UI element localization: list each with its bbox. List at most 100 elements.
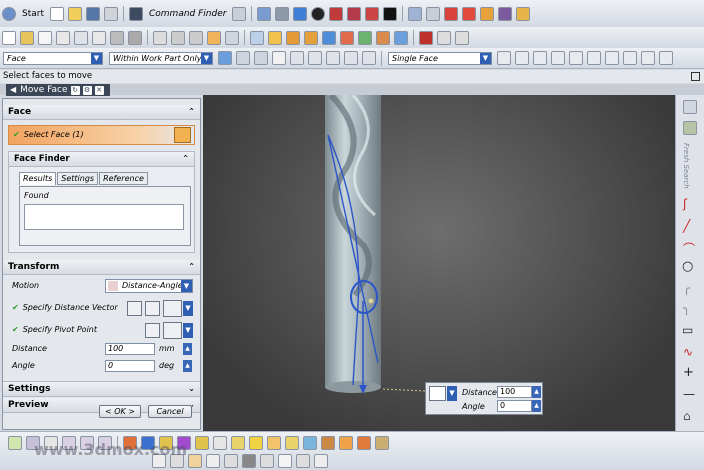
mirror-face-icon[interactable]: [394, 30, 408, 45]
save-icon[interactable]: [86, 6, 100, 21]
derived-curve-icon[interactable]: [74, 30, 88, 45]
transform-section-header[interactable]: Transform ⌃: [3, 260, 200, 275]
orient-view-icon[interactable]: [275, 6, 290, 21]
snap-center-icon[interactable]: [533, 51, 547, 65]
swept-icon[interactable]: [249, 436, 263, 450]
offset-region-icon[interactable]: [304, 30, 318, 45]
revolve-icon[interactable]: [110, 30, 124, 45]
unite-icon[interactable]: [375, 436, 389, 450]
window-layout-icon[interactable]: [437, 30, 451, 45]
sew-icon[interactable]: [303, 436, 317, 450]
vector-dialog-icon[interactable]: [163, 300, 182, 317]
command-finder-icon[interactable]: [129, 6, 143, 21]
angle-input[interactable]: 0: [105, 360, 155, 372]
snap-endpoint-icon[interactable]: [497, 51, 511, 65]
arc-tool-icon[interactable]: ⌒: [683, 240, 695, 257]
open-folder-icon[interactable]: [68, 6, 82, 21]
snap-quadrant-icon[interactable]: [551, 51, 565, 65]
resize-blend-icon[interactable]: [358, 30, 372, 45]
stop-record-icon[interactable]: [419, 30, 433, 45]
sync-model-icon[interactable]: [250, 30, 264, 45]
boolean-icon[interactable]: [153, 30, 167, 45]
tab-results[interactable]: Results: [19, 172, 57, 185]
navigator-icon[interactable]: [683, 100, 697, 114]
select-all-icon[interactable]: [236, 51, 250, 65]
ruled-icon[interactable]: [213, 436, 227, 450]
show-hide-icon[interactable]: [462, 6, 477, 21]
face-select-icon[interactable]: [174, 127, 191, 143]
selection-scope-dropdown[interactable]: Within Work Part Only ▼: [109, 51, 213, 65]
trim-tool-icon[interactable]: —: [683, 387, 695, 401]
cursor-icon[interactable]: [272, 51, 286, 65]
split-body-icon[interactable]: [339, 436, 353, 450]
inferred-point-icon[interactable]: [163, 322, 182, 339]
pattern-face-icon[interactable]: [376, 30, 390, 45]
shell-icon[interactable]: [207, 30, 221, 45]
delete-face-icon[interactable]: [340, 30, 354, 45]
studio-spline-icon[interactable]: ∿: [683, 345, 693, 359]
type-filter-dropdown[interactable]: Face ▼: [3, 51, 103, 65]
colors-icon[interactable]: [480, 6, 495, 21]
face-rule-dropdown[interactable]: Single Face ▼: [388, 51, 492, 65]
vector-point-icon[interactable]: [145, 301, 160, 316]
tube-icon[interactable]: [195, 436, 209, 450]
vector-reverse-icon[interactable]: [127, 301, 142, 316]
snap-curve-icon[interactable]: [641, 51, 655, 65]
shaded-cube-icon[interactable]: [293, 6, 308, 21]
axis-icon[interactable]: [206, 454, 220, 468]
angle-spinner-icon[interactable]: ▲: [183, 360, 192, 372]
tab-settings[interactable]: Settings: [57, 172, 99, 185]
snap-tangent-icon[interactable]: [605, 51, 619, 65]
red-block-icon[interactable]: [347, 6, 362, 21]
settings-section-header[interactable]: Settings ⌄: [3, 381, 200, 397]
circle-tool-icon[interactable]: ○: [682, 259, 693, 274]
layer-icon[interactable]: [408, 6, 423, 21]
library-icon[interactable]: [683, 121, 697, 135]
print-icon[interactable]: [104, 6, 118, 21]
snap-existing-icon[interactable]: [569, 51, 583, 65]
plane-icon[interactable]: [188, 454, 202, 468]
snap-intersection-icon[interactable]: [587, 51, 601, 65]
record-icon[interactable]: [296, 454, 310, 468]
snap-control-icon[interactable]: [623, 51, 637, 65]
close-icon[interactable]: ✕: [94, 85, 104, 95]
grid-icon[interactable]: [426, 6, 441, 21]
filter-settings-icon[interactable]: [218, 51, 232, 65]
chevron-left-icon[interactable]: ◀: [10, 84, 16, 96]
ok-button[interactable]: < OK >: [99, 405, 141, 418]
analysis-icon[interactable]: [242, 454, 256, 468]
thicken-icon[interactable]: [285, 436, 299, 450]
chevron-down-icon[interactable]: ▼: [447, 386, 457, 401]
move-face-icon[interactable]: [268, 30, 282, 45]
dropdown-tool-icon[interactable]: [232, 6, 247, 21]
ruler-icon[interactable]: [516, 6, 531, 21]
csys-icon[interactable]: [224, 454, 238, 468]
trim-body-icon[interactable]: [321, 436, 335, 450]
curve-tool-icon[interactable]: [8, 436, 22, 450]
pivot-point[interactable]: [368, 298, 374, 304]
face-analysis-icon[interactable]: [365, 6, 380, 21]
play-icon[interactable]: [278, 454, 292, 468]
draft-icon[interactable]: [225, 30, 239, 45]
chain-icon[interactable]: [362, 51, 376, 65]
tab-reference[interactable]: Reference: [99, 172, 148, 185]
face-section-header[interactable]: Face ⌃: [3, 105, 200, 120]
tile-icon[interactable]: [455, 30, 469, 45]
replace-face-icon[interactable]: [322, 30, 336, 45]
cancel-button[interactable]: Cancel: [148, 405, 192, 418]
sketch-icon[interactable]: [2, 30, 16, 45]
clock-icon[interactable]: [314, 454, 328, 468]
extrude-icon[interactable]: [92, 30, 106, 45]
lasso-icon[interactable]: [344, 51, 358, 65]
box-select-icon[interactable]: [326, 51, 340, 65]
snap-face-icon[interactable]: [659, 51, 673, 65]
found-list[interactable]: [24, 204, 184, 230]
rectangle-tool-icon[interactable]: ▭: [682, 323, 693, 337]
chamfer-tool-icon[interactable]: ╮: [683, 301, 690, 315]
spline-icon[interactable]: ʃ: [683, 197, 687, 211]
fit-view-icon[interactable]: [257, 6, 272, 21]
graphics-window[interactable]: [203, 95, 675, 431]
background-color-icon[interactable]: [383, 6, 398, 21]
mesh-icon[interactable]: [290, 51, 304, 65]
distance-spinner-icon[interactable]: ▲: [183, 343, 192, 355]
